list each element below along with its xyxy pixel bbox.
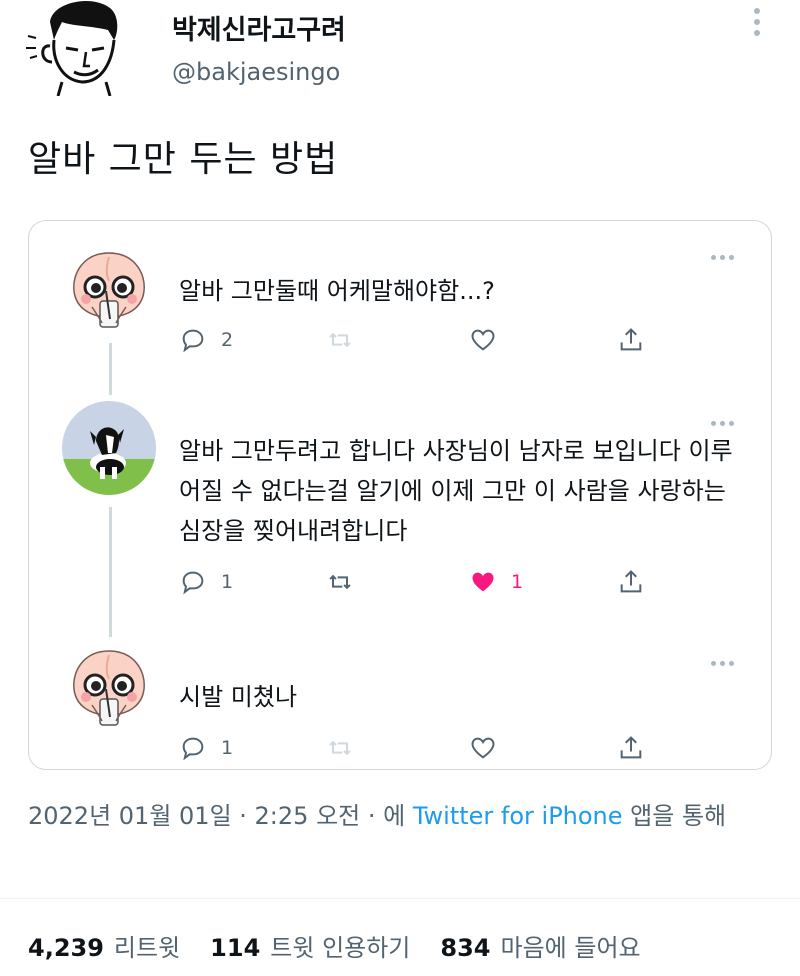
retweet-button[interactable] [326, 323, 354, 357]
reply-actions: 1 1 [179, 565, 659, 599]
reply-icon [182, 571, 204, 595]
reply-button[interactable]: 1 [179, 565, 233, 599]
reply-count: 1 [221, 737, 234, 759]
more-options-icon[interactable] [750, 8, 764, 44]
divider [0, 898, 800, 899]
reply-icon [182, 737, 204, 761]
share-icon [620, 570, 642, 593]
source-link[interactable]: Twitter for iPhone [413, 802, 623, 830]
retweet-icon [329, 740, 351, 756]
heart-filled-icon [472, 572, 494, 592]
peach-character-avatar[interactable] [62, 243, 156, 337]
share-icon [620, 328, 642, 351]
peach-character-avatar[interactable] [62, 641, 156, 735]
share-icon [620, 736, 642, 759]
reply-button[interactable]: 2 [179, 323, 233, 357]
retweets-count: 4,239 [28, 934, 104, 962]
quotes-count: 114 [210, 934, 261, 962]
like-count: 1 [511, 571, 524, 593]
more-options-icon[interactable] [711, 411, 741, 426]
retweet-icon [329, 574, 351, 590]
reply-actions: 2 [179, 323, 659, 357]
share-button[interactable] [617, 323, 645, 357]
reply-icon [182, 329, 204, 353]
engagement-stats: 4,239 리트윗 114 트윗 인용하기 834 마음에 들어요 [28, 928, 671, 963]
share-button[interactable] [617, 565, 645, 599]
retweet-button[interactable] [326, 731, 354, 765]
likes-stat[interactable]: 834 마음에 들어요 [440, 928, 670, 963]
reply-count: 1 [221, 571, 234, 593]
heart-icon [471, 737, 495, 759]
border-collie-dog-avatar[interactable] [62, 401, 156, 495]
retweet-button[interactable] [326, 565, 354, 599]
author-name[interactable]: 박제신라고구려 [172, 8, 346, 47]
timestamp-text: 2022년 01월 01일 · 2:25 오전 · 에 [28, 802, 413, 830]
reply-count: 2 [221, 329, 234, 351]
thread-line [109, 343, 112, 395]
retweets-stat[interactable]: 4,239 리트윗 [28, 928, 210, 963]
reply-text: 알바 그만두려고 합니다 사장님이 남자로 보입니다 이루어질 수 없다는걸 알… [179, 437, 733, 545]
quotes-label: 트윗 인용하기 [270, 934, 411, 962]
tweet-timestamp: 2022년 01월 01일 · 2:25 오전 · 에 Twitter for … [28, 796, 768, 836]
likes-count: 834 [440, 934, 491, 962]
like-button[interactable] [469, 323, 497, 357]
retweet-icon [329, 332, 351, 348]
share-button[interactable] [617, 731, 645, 765]
reply-text: 시발 미쳤나 [179, 683, 298, 711]
quoted-thread-card[interactable]: 알바 그만둘때 어케말해야함...? 2 알바 그만두려고 합니다 사장님이 남… [28, 220, 772, 770]
thread-line [109, 507, 112, 637]
more-options-icon[interactable] [711, 245, 741, 260]
like-button[interactable] [469, 731, 497, 765]
retweets-label: 리트윗 [113, 934, 181, 962]
tweet-text: 알바 그만 두는 방법 [28, 139, 339, 180]
author-avatar[interactable] [22, 0, 132, 97]
reply-text: 알바 그만둘때 어케말해야함...? [179, 277, 495, 305]
reply-button[interactable]: 1 [179, 731, 233, 765]
source-suffix: 앱을 통해 [622, 802, 727, 830]
reply-actions: 1 [179, 731, 659, 765]
more-options-icon[interactable] [711, 651, 741, 666]
likes-label: 마음에 들어요 [500, 934, 641, 962]
heart-icon [471, 329, 495, 351]
author-handle[interactable]: @bakjaesingo [172, 58, 340, 86]
like-button[interactable]: 1 [469, 565, 523, 599]
quotes-stat[interactable]: 114 트윗 인용하기 [210, 928, 440, 963]
